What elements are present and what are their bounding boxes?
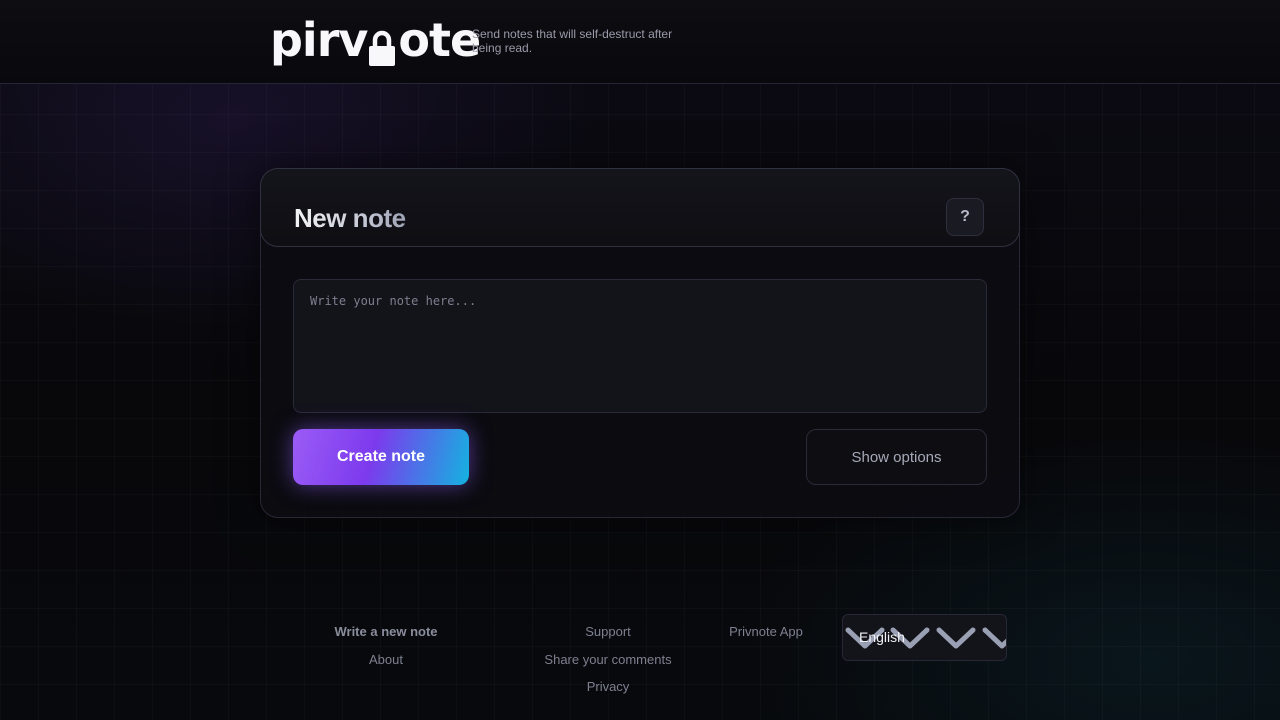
card-header: New note ? [260, 168, 1020, 247]
show-options-button[interactable]: Show options [806, 429, 987, 485]
footer-link-share-comments[interactable]: Share your comments [544, 652, 671, 668]
site-logo[interactable]: pirv ote [270, 12, 481, 68]
logo-text-right: ote [398, 13, 481, 67]
page: pirv ote Send notes that will self-destr… [0, 0, 1280, 720]
page-title: New note [294, 203, 406, 233]
footer-link-app[interactable]: Privnote App [729, 624, 803, 640]
logo-text-left: pirv [270, 13, 368, 67]
create-note-button[interactable]: Create note [293, 429, 469, 485]
tagline: Send notes that will self-destruct after… [472, 27, 673, 55]
footer-link-support[interactable]: Support [585, 624, 631, 640]
note-input[interactable] [293, 279, 987, 413]
new-note-card: New note ? Create note Show options [260, 168, 1020, 518]
footer-link-write-note[interactable]: Write a new note [334, 624, 437, 640]
language-label: English [859, 629, 905, 645]
language-select[interactable]: English [842, 614, 1007, 661]
help-button[interactable]: ? [946, 198, 984, 236]
footer-link-privacy[interactable]: Privacy [587, 679, 630, 695]
footer-link-about[interactable]: About [369, 652, 403, 668]
site-header: pirv ote Send notes that will self-destr… [0, 0, 1280, 84]
lock-icon [368, 24, 396, 66]
